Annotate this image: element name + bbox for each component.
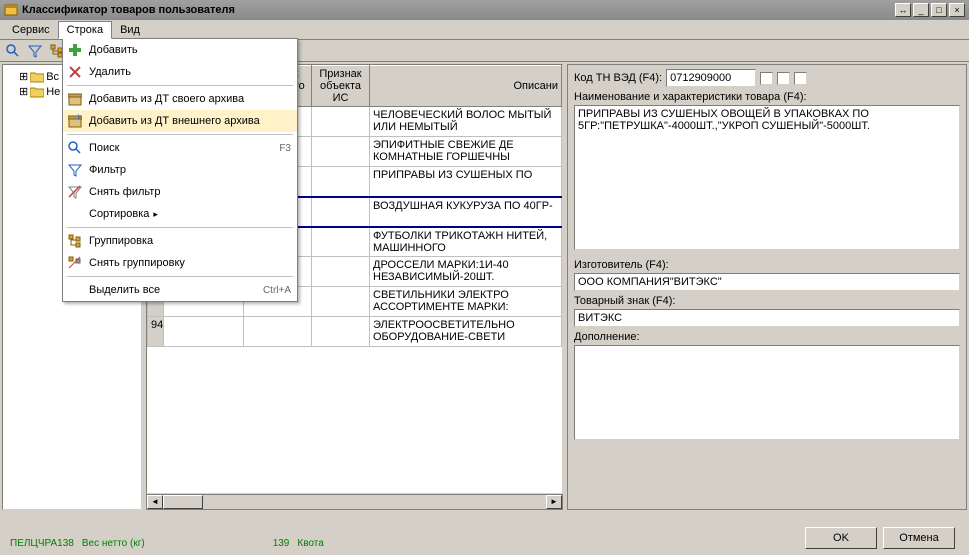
menu-view[interactable]: Вид: [112, 22, 148, 38]
table-row[interactable]: 9405409909ЭЛЕКТРООСВЕТИТЕЛЬНО ОБОРУДОВАН…: [148, 317, 562, 347]
scroll-thumb[interactable]: [163, 495, 203, 509]
dd-add-own-archive[interactable]: Добавить из ДТ своего архива: [63, 88, 297, 110]
search-icon: [67, 140, 83, 156]
archive-ext-icon: [67, 113, 83, 129]
nofunnel-icon: [67, 184, 83, 200]
separator: [67, 227, 293, 228]
mark-input[interactable]: [574, 309, 960, 327]
dd-group[interactable]: Группировка: [63, 230, 297, 252]
checkbox-2[interactable]: [777, 72, 790, 85]
horizontal-scrollbar[interactable]: ◄ ►: [146, 494, 563, 510]
funnel-icon[interactable]: [25, 42, 45, 60]
menu-service[interactable]: Сервис: [4, 22, 58, 38]
dropdown-menu: Добавить Удалить Добавить из ДТ своего а…: [62, 38, 298, 302]
blank-icon: [67, 206, 83, 222]
dd-add-ext-archive[interactable]: Добавить из ДТ внешнего архива: [63, 110, 297, 132]
menu-bar: Сервис Строка Вид: [0, 20, 969, 40]
plus-box-icon: ⊞: [19, 85, 28, 98]
code-input[interactable]: [666, 69, 756, 87]
tree-label: Вс: [46, 71, 59, 83]
blank-icon: [67, 282, 83, 298]
x-icon: [67, 64, 83, 80]
maximize-button[interactable]: □: [931, 3, 947, 17]
toggle-button[interactable]: ↔: [895, 3, 911, 17]
window-title: Классификатор товаров пользователя: [22, 4, 895, 16]
dd-search[interactable]: Поиск F3: [63, 137, 297, 159]
title-bar: Классификатор товаров пользователя ↔ _ □…: [0, 0, 969, 20]
ungroup-icon: [67, 255, 83, 271]
menu-stroka[interactable]: Строка: [58, 21, 112, 39]
name-input[interactable]: [574, 105, 960, 250]
tree-label: Не: [46, 86, 60, 98]
folder-icon: [30, 86, 44, 98]
separator: [67, 134, 293, 135]
separator: [67, 276, 293, 277]
archive-icon: [67, 91, 83, 107]
app-icon: [4, 3, 18, 17]
dd-clear-filter[interactable]: Снять фильтр: [63, 181, 297, 203]
dd-filter[interactable]: Фильтр: [63, 159, 297, 181]
separator: [67, 85, 293, 86]
details-panel: Код ТН ВЭД (F4): Наименование и характер…: [567, 64, 967, 510]
search-icon[interactable]: [3, 42, 23, 60]
checkbox-3[interactable]: [794, 72, 807, 85]
dd-sort[interactable]: Сортировка: [63, 203, 297, 225]
dd-add[interactable]: Добавить: [63, 39, 297, 61]
dd-delete[interactable]: Удалить: [63, 61, 297, 83]
close-button[interactable]: ×: [949, 3, 965, 17]
scroll-left-icon[interactable]: ◄: [147, 495, 163, 509]
dd-ungroup[interactable]: Снять группировку: [63, 252, 297, 274]
add-input[interactable]: [574, 345, 960, 440]
name-label: Наименование и характеристики товара (F4…: [574, 91, 960, 103]
funnel-icon: [67, 162, 83, 178]
ok-button[interactable]: OK: [805, 527, 877, 549]
manuf-label: Изготовитель (F4):: [574, 259, 960, 271]
plus-icon: [67, 42, 83, 58]
mark-label: Товарный знак (F4):: [574, 295, 960, 307]
manuf-input[interactable]: [574, 273, 960, 291]
code-label: Код ТН ВЭД (F4):: [574, 72, 662, 84]
dd-select-all[interactable]: Выделить все Ctrl+A: [63, 279, 297, 301]
cancel-button[interactable]: Отмена: [883, 527, 955, 549]
add-label: Дополнение:: [574, 331, 960, 343]
minimize-button[interactable]: _: [913, 3, 929, 17]
status-bar: ПЕЛЦЧРА138 Вес нетто (кг) 139 Квота: [6, 538, 324, 549]
plus-box-icon: ⊞: [19, 70, 28, 83]
checkbox-1[interactable]: [760, 72, 773, 85]
scroll-right-icon[interactable]: ►: [546, 495, 562, 509]
group-icon: [67, 233, 83, 249]
folder-icon: [30, 71, 44, 83]
